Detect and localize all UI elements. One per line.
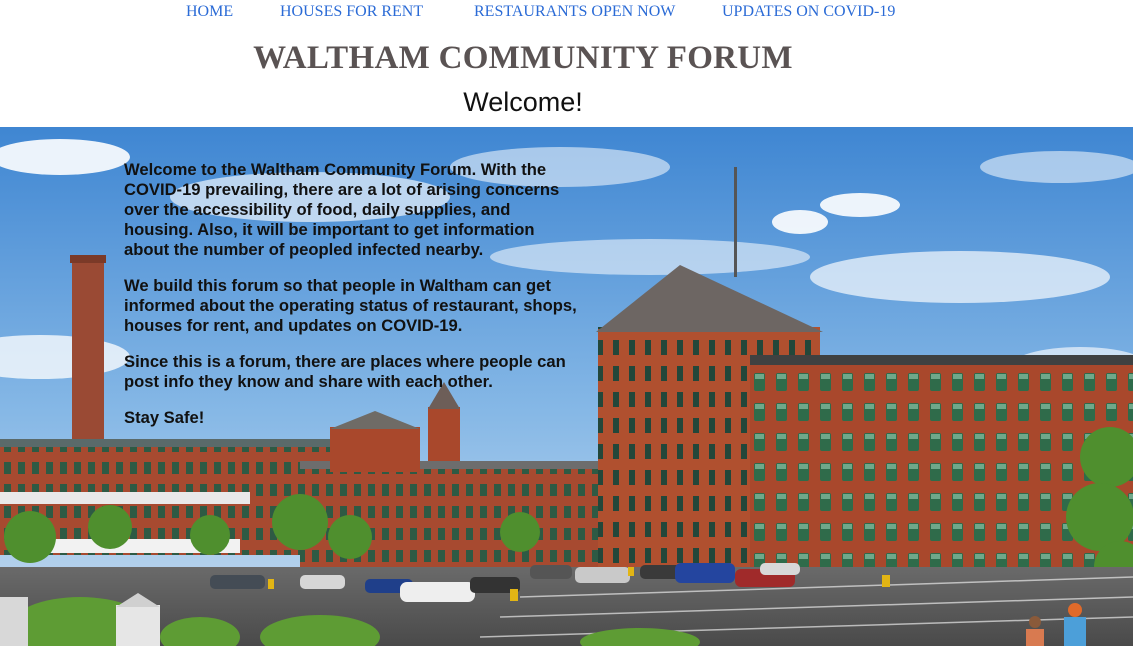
site-title: WALTHAM COMMUNITY FORUM <box>253 40 793 76</box>
intro-paragraph-welcome: Welcome to the Waltham Community Forum. … <box>124 160 560 259</box>
intro-text: Welcome to the Waltham Community Forum. … <box>124 160 584 444</box>
intro-paragraph-forum: Since this is a forum, there are places … <box>124 352 566 391</box>
nav-link-updates-on-covid[interactable]: UPDATES ON COVID-19 <box>722 3 895 21</box>
intro-paragraph-purpose: We build this forum so that people in Wa… <box>124 276 577 335</box>
welcome-heading: Welcome! <box>463 87 583 117</box>
nav-link-restaurants-open-now[interactable]: RESTAURANTS OPEN NOW <box>474 3 675 21</box>
intro-paragraph-stay-safe: Stay Safe! <box>124 408 205 427</box>
nav-link-home[interactable]: HOME <box>186 3 233 21</box>
top-nav: HOME HOUSES FOR RENT RESTAURANTS OPEN NO… <box>0 0 1133 26</box>
nav-link-houses-for-rent[interactable]: HOUSES FOR RENT <box>280 3 423 21</box>
